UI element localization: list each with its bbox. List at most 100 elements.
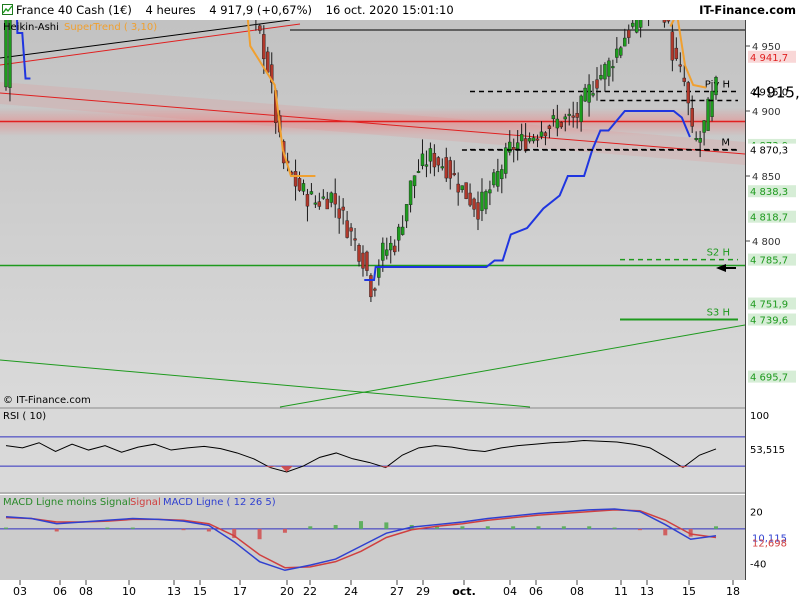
y-tick-label: 4 850 — [752, 172, 781, 183]
x-tick-label: 27 — [390, 585, 404, 598]
candle-bear — [448, 160, 452, 179]
macd-histogram-bar — [257, 528, 262, 540]
x-tick-label: 11 — [614, 585, 628, 598]
x-tick-label: 08 — [570, 585, 584, 598]
level-value-7: 4 941,7 — [750, 53, 788, 64]
macd-histogram-bar — [105, 527, 110, 529]
title-bar: France 40 Cash (1€) 4 heures 4 917,9 (+0… — [0, 0, 800, 20]
candle-bull — [428, 148, 433, 162]
candle-bear — [670, 31, 675, 61]
macd-histogram-bar — [561, 526, 566, 529]
candle-bull — [492, 172, 496, 186]
timeframe: 4 heures — [145, 3, 196, 17]
candle-bear — [341, 206, 345, 211]
level-value-16: 4 695,7 — [750, 373, 788, 384]
candle-bull — [591, 93, 595, 96]
candle-bear — [559, 122, 564, 128]
x-tick-label: 18 — [726, 585, 740, 598]
candle-bull — [631, 22, 635, 27]
rsi-tick: 100 — [750, 411, 769, 422]
candle-bear — [547, 125, 552, 129]
candle-bull — [381, 242, 385, 261]
x-tick-label: 22 — [303, 585, 317, 598]
candle-bear — [523, 138, 528, 152]
candle-bull — [420, 153, 425, 166]
candle-bull — [519, 134, 524, 142]
candle-bear — [333, 193, 337, 205]
candle-bear — [686, 82, 690, 104]
candle-bull — [579, 95, 583, 122]
candle-bull — [396, 226, 401, 241]
candle-bear — [365, 251, 369, 271]
x-tick-label: 06 — [529, 585, 543, 598]
candle-bull — [694, 138, 698, 140]
candle-bull — [329, 192, 333, 203]
candle-bear — [690, 108, 694, 127]
instrument-name: France 40 Cash (1€) — [16, 3, 132, 17]
macd-histogram-bar — [536, 526, 541, 529]
level-value-13: 4 785,7 — [750, 256, 788, 267]
candle-bear — [432, 152, 437, 168]
x-tick-label: 29 — [416, 585, 430, 598]
macd-histogram-bar — [663, 528, 668, 536]
candle-bear — [468, 192, 472, 206]
candle-bear — [452, 173, 456, 176]
macd-signal-label: 12,698 — [752, 539, 787, 550]
level-value-15: 4 739,6 — [750, 316, 788, 327]
candle-bear — [393, 245, 397, 253]
candle-bull — [615, 48, 619, 58]
candle-bull — [400, 226, 405, 235]
x-tick-label: 13 — [167, 585, 181, 598]
y-tick-label: 4 900 — [752, 107, 781, 118]
level-label-13: S2 H — [707, 248, 730, 259]
candle-bear — [293, 171, 298, 187]
candle-bull — [638, 19, 643, 28]
candle-bull — [603, 64, 607, 80]
candle-bear — [627, 29, 631, 38]
candle-bear — [682, 77, 686, 82]
x-tick-label: 24 — [344, 585, 358, 598]
macd-tick: -40 — [750, 559, 766, 570]
x-tick-label: 10 — [122, 585, 136, 598]
candle-bear — [373, 288, 377, 291]
quote-datetime: 16 oct. 2020 15:01:10 — [325, 3, 454, 17]
candle-bear — [678, 64, 683, 67]
candle-bull — [500, 169, 504, 180]
macd-histogram-bar — [206, 528, 211, 532]
x-tick-label: oct. — [452, 585, 476, 598]
app-icon — [2, 4, 13, 15]
candle-bull — [440, 166, 445, 169]
x-tick-label: 13 — [640, 585, 654, 598]
candle-bear — [349, 227, 353, 232]
macd-histogram-bar — [4, 527, 8, 529]
level-value-10: 4 870,3 — [750, 146, 788, 157]
candle-bear — [595, 79, 599, 89]
y-tick-label: 4 950 — [752, 42, 781, 53]
level-value-11: 4 838,3 — [750, 187, 788, 198]
candle-bull — [389, 242, 393, 251]
macd-histogram-bar — [612, 527, 617, 529]
level-label-15: S3 H — [707, 308, 730, 319]
candle-bull — [488, 189, 492, 194]
candle-bear — [444, 157, 448, 179]
candle-bear — [266, 51, 270, 73]
y-tick-label: 4 800 — [752, 237, 781, 248]
x-tick-label: 06 — [53, 585, 67, 598]
x-tick-label: 04 — [503, 585, 517, 598]
candle-bull — [611, 66, 615, 69]
macd-legend-line: MACD Ligne ( 12 26 5) — [163, 497, 276, 508]
candle-bear — [357, 245, 361, 262]
rsi-panel-bg — [0, 409, 745, 492]
x-tick-label: 17 — [233, 585, 247, 598]
main-panel-bg — [0, 20, 745, 407]
candle-bull — [408, 180, 413, 205]
candle-bear — [305, 194, 310, 207]
candle-bull — [587, 84, 591, 103]
candle-bull — [583, 87, 587, 102]
level-value-12: 4 818,7 — [750, 213, 788, 224]
x-tick-label: 20 — [280, 585, 294, 598]
macd-histogram-bar — [333, 524, 338, 529]
x-tick-label: 15 — [193, 585, 207, 598]
candle-bear — [361, 252, 365, 269]
candle-bull — [313, 202, 318, 205]
